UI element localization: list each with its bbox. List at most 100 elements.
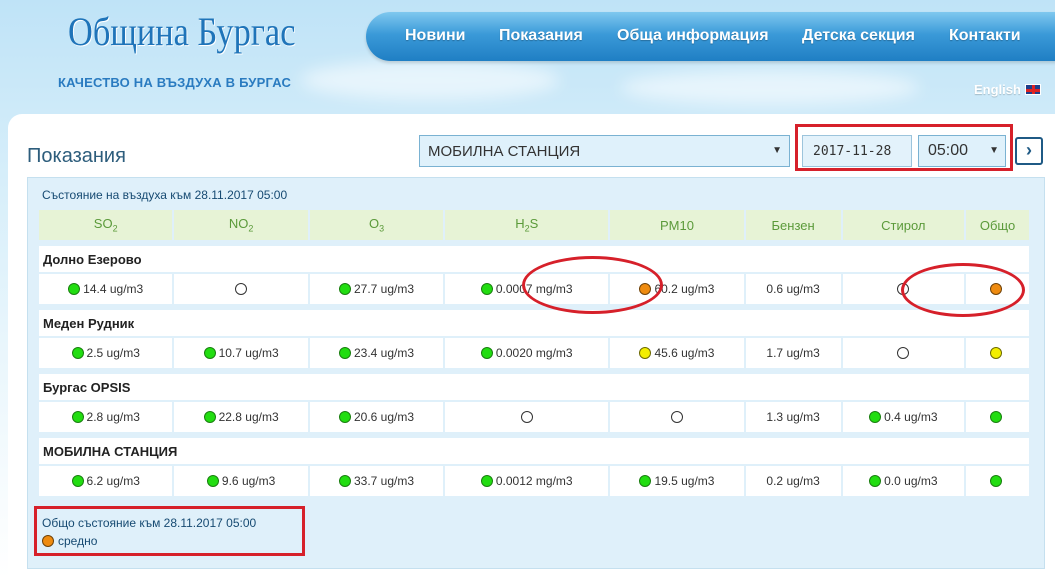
station-select[interactable]: МОБИЛНА СТАНЦИЯ ▼ — [419, 135, 790, 167]
status-dot-icon — [639, 283, 652, 295]
status-dot-icon — [338, 411, 351, 423]
overall-status-value: средно — [58, 534, 98, 548]
table-row: 14.4 ug/m3 27.7 ug/m3 0.0007 mg/m3 60.2 ug/… — [39, 274, 1029, 304]
reading-cell: 0.0007 mg/m3 — [445, 274, 609, 304]
column-header-label: Общо — [979, 217, 1016, 233]
reading-cell — [610, 402, 744, 432]
status-dot-icon — [338, 475, 351, 487]
reading-cell: 0.0012 mg/m3 — [445, 466, 609, 496]
spacer-cell — [39, 306, 1029, 308]
reading-value: 14.4 ug/m3 — [83, 282, 144, 296]
reading-value: 2.8 ug/m3 — [86, 410, 140, 424]
reading-cell: 1.7 ug/m3 — [745, 338, 841, 368]
no-data-dot-icon — [235, 283, 248, 295]
site-logo[interactable]: Община Бургас — [68, 8, 295, 55]
no-data-dot-icon — [670, 411, 683, 423]
status-dot-icon — [206, 475, 219, 487]
reading-cell: 14.4 ug/m3 — [39, 274, 173, 304]
status-dot-icon — [869, 475, 882, 487]
station-name: Меден Рудник — [39, 310, 1029, 336]
reading-value: 19.5 ug/m3 — [654, 474, 715, 488]
station-row: МОБИЛНА СТАНЦИЯ — [39, 438, 1029, 464]
overall-status-label: Общо състояние към 28.11.2017 05:00 — [42, 516, 257, 530]
column-header: Стирол — [842, 210, 965, 240]
next-button[interactable]: › — [1015, 137, 1043, 165]
column-header: SO2 — [39, 210, 173, 240]
station-row: Долно Езерово — [39, 246, 1029, 272]
table-row: 2.5 ug/m3 10.7 ug/m3 23.4 ug/m3 0.0020 mg/m… — [39, 338, 1029, 368]
status-dot-icon — [869, 411, 882, 423]
reading-cell: 45.6 ug/m3 — [610, 338, 744, 368]
nav-item-general-info[interactable]: Обща информация — [617, 27, 769, 45]
status-dot-icon — [71, 347, 84, 359]
reading-cell — [966, 274, 1029, 304]
reading-value: 0.0007 mg/m3 — [495, 282, 573, 296]
language-switch[interactable]: English — [974, 82, 1041, 97]
column-header: NO2 — [174, 210, 308, 240]
spacer-row — [39, 242, 1029, 244]
reading-cell: 6.2 ug/m3 — [39, 466, 173, 496]
status-dot-icon — [203, 411, 216, 423]
reading-value: 0.0 ug/m3 — [884, 474, 938, 488]
spacer-row — [39, 434, 1029, 436]
reading-cell: 1.3 ug/m3 — [745, 402, 841, 432]
no-data-dot-icon — [897, 347, 910, 359]
reading-cell: 10.7 ug/m3 — [174, 338, 308, 368]
status-dot-icon — [71, 475, 84, 487]
reading-cell: 0.6 ug/m3 — [745, 274, 841, 304]
dropdown-arrow-icon: ▼ — [989, 145, 999, 156]
status-dot-icon — [338, 347, 351, 359]
reading-cell: 2.8 ug/m3 — [39, 402, 173, 432]
spacer-cell — [39, 434, 1029, 436]
nav-item-news[interactable]: Новини — [405, 27, 466, 45]
spacer-row — [39, 306, 1029, 308]
reading-cell — [966, 402, 1029, 432]
reading-value: 60.2 ug/m3 — [654, 282, 715, 296]
column-header-label: H — [515, 216, 525, 232]
site-subtitle: КАЧЕСТВО НА ВЪЗДУХА В БУРГАС — [58, 75, 292, 90]
table-row: 6.2 ug/m3 9.6 ug/m3 33.7 ug/m3 0.0012 mg/m3… — [39, 466, 1029, 496]
reading-cell — [445, 402, 609, 432]
status-heading: Състояние на въздуха към 28.11.2017 05:0… — [42, 188, 288, 202]
reading-cell: 22.8 ug/m3 — [174, 402, 308, 432]
status-dot-icon — [42, 535, 54, 547]
no-data-dot-icon — [897, 283, 910, 295]
column-header-label: Стирол — [881, 217, 926, 233]
reading-value: 1.7 ug/m3 — [766, 346, 820, 360]
time-select[interactable]: 05:00 ▼ — [918, 135, 1006, 167]
dropdown-arrow-icon: ▼ — [772, 145, 782, 156]
reading-value: 0.0012 mg/m3 — [495, 474, 573, 488]
column-header-label: O — [368, 216, 380, 232]
reading-value: 10.7 ug/m3 — [218, 346, 279, 360]
reading-value: 2.5 ug/m3 — [86, 346, 140, 360]
reading-cell: 0.0020 mg/m3 — [445, 338, 609, 368]
column-header-label: NO — [228, 216, 249, 232]
language-label: English — [974, 82, 1021, 97]
reading-cell: 0.0 ug/m3 — [842, 466, 965, 496]
reading-value: 27.7 ug/m3 — [353, 282, 415, 296]
reading-value: 23.4 ug/m3 — [353, 346, 415, 360]
reading-cell: 23.4 ug/m3 — [309, 338, 444, 368]
reading-value: 1.3 ug/m3 — [766, 410, 820, 424]
status-dot-icon — [639, 475, 652, 487]
reading-cell: 0.2 ug/m3 — [745, 466, 841, 496]
date-input[interactable]: 2017-11-28 — [802, 135, 912, 167]
table-row: 2.8 ug/m3 22.8 ug/m3 20.6 ug/m3 1.3 ug/m3 0.… — [39, 402, 1029, 432]
column-header: Общо — [966, 210, 1029, 240]
nav-item-readings[interactable]: Показания — [499, 27, 583, 45]
reading-cell — [174, 274, 308, 304]
reading-value: 0.6 ug/m3 — [766, 282, 820, 296]
page-title: Показания — [27, 145, 126, 167]
column-header: H2S — [445, 210, 609, 240]
nav-item-contacts[interactable]: Контакти — [949, 27, 1021, 45]
nav-item-kids-section[interactable]: Детска секция — [802, 27, 915, 45]
spacer-row — [39, 370, 1029, 372]
station-select-value: МОБИЛНА СТАНЦИЯ — [428, 143, 581, 160]
reading-value: 0.2 ug/m3 — [766, 474, 820, 488]
time-select-value: 05:00 — [928, 142, 969, 159]
reading-value: 20.6 ug/m3 — [353, 410, 415, 424]
status-dot-icon — [480, 347, 493, 359]
no-data-dot-icon — [520, 411, 533, 423]
reading-value: 6.2 ug/m3 — [86, 474, 140, 488]
reading-cell: 60.2 ug/m3 — [610, 274, 744, 304]
